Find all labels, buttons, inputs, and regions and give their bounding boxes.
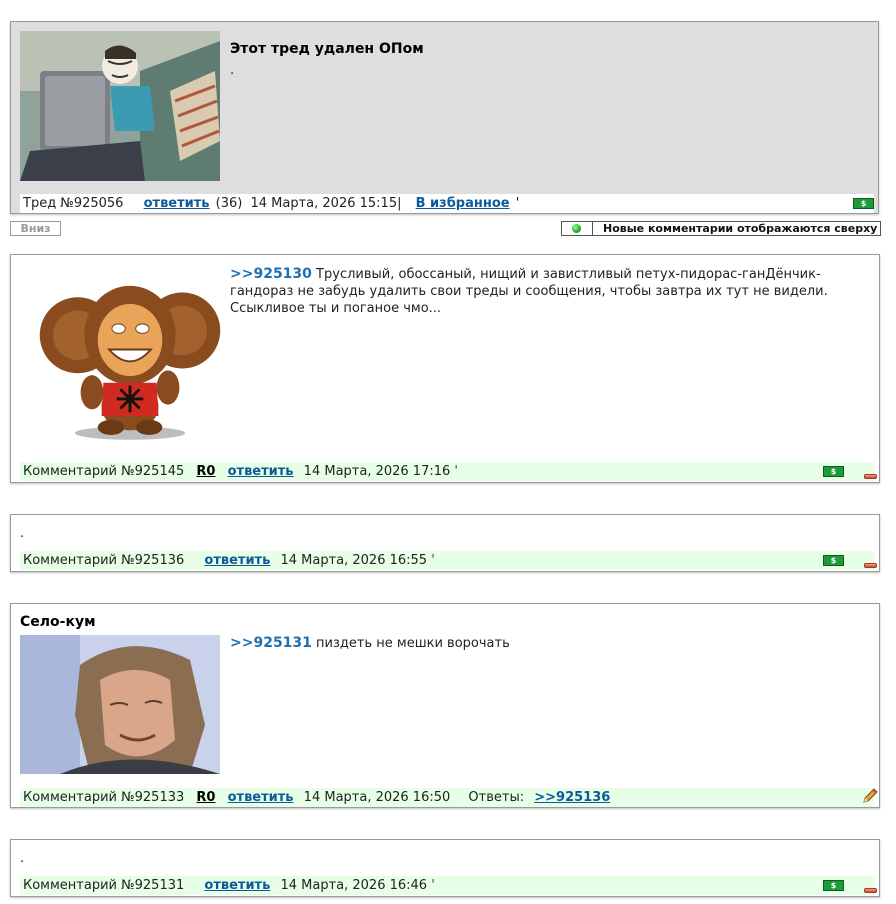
rating-r0-link[interactable]: R0 xyxy=(196,790,215,805)
comment-author: Село-кум xyxy=(20,614,96,630)
thread-reply-link[interactable]: ответить xyxy=(144,196,210,211)
answers-label: Ответы: xyxy=(468,790,525,805)
money-icon[interactable]: $ xyxy=(823,880,844,891)
comment-925131: . Комментарий №925131 ответить 14 Марта,… xyxy=(10,839,880,897)
thread-number: Тред №925056 xyxy=(23,196,124,211)
comment-reply-link[interactable]: ответить xyxy=(228,790,294,805)
comment-tick: ' xyxy=(431,553,435,568)
pencil-icon[interactable] xyxy=(861,787,879,805)
minus-icon[interactable] xyxy=(864,474,877,479)
favorite-link[interactable]: В избранное xyxy=(416,196,510,211)
minus-icon[interactable] xyxy=(864,888,877,893)
comment-text: >>925130 Трусливый, обоссаный, нищий и з… xyxy=(230,266,840,317)
thread-image[interactable] xyxy=(20,31,220,181)
rating-r0-link[interactable]: R0 xyxy=(196,464,215,479)
down-button[interactable]: Вниз xyxy=(10,221,61,236)
thread-date: 14 Марта, 2026 15:15| xyxy=(250,196,402,211)
reply-ref-link[interactable]: >>925131 xyxy=(230,635,312,651)
comment-reply-link[interactable]: ответить xyxy=(204,553,270,568)
comment-925133: Село-кум >>925131 пиздеть не мешки вороч… xyxy=(10,603,880,808)
thread-info-bar: Тред №925056 ответить (36) 14 Марта, 202… xyxy=(20,194,874,213)
comment-text: . xyxy=(20,851,25,866)
comment-image-cheburashka[interactable] xyxy=(30,264,230,454)
thread-reply-count: (36) xyxy=(215,196,243,211)
comment-info-bar: Комментарий №925145 R0 ответить 14 Марта… xyxy=(20,462,874,481)
thread-text: . xyxy=(230,63,235,78)
comment-date: 14 Марта, 2026 16:46 xyxy=(280,878,428,893)
comment-925145: >>925130 Трусливый, обоссаный, нищий и з… xyxy=(10,254,880,483)
comment-body: Трусливый, обоссаный, нищий и завистливы… xyxy=(230,267,828,316)
comment-info-bar: Комментарий №925136 ответить 14 Марта, 2… xyxy=(20,551,874,570)
comment-reply-link[interactable]: ответить xyxy=(228,464,294,479)
status-dot-box xyxy=(562,222,593,235)
comment-date: 14 Марта, 2026 16:55 xyxy=(280,553,428,568)
comment-number: Комментарий №925131 xyxy=(23,878,185,893)
comment-info-bar: Комментарий №925131 ответить 14 Марта, 2… xyxy=(20,876,874,895)
money-icon[interactable]: $ xyxy=(823,555,844,566)
money-icon[interactable]: $ xyxy=(823,466,844,477)
money-icon[interactable]: $ xyxy=(853,198,874,209)
new-comments-label: Новые комментарии отображаются сверху xyxy=(603,222,878,235)
new-comments-sort-toggle[interactable]: Новые комментарии отображаются сверху xyxy=(561,221,881,236)
comment-text: >>925131 пиздеть не мешки ворочать xyxy=(230,635,840,652)
comment-925136: . Комментарий №925136 ответить 14 Марта,… xyxy=(10,514,880,572)
comment-image-portrait[interactable] xyxy=(20,635,220,774)
comment-tick: ' xyxy=(431,878,435,893)
comment-reply-link[interactable]: ответить xyxy=(204,878,270,893)
green-dot-icon xyxy=(572,224,581,233)
comment-date: 14 Марта, 2026 16:50 xyxy=(303,790,451,805)
comment-tick: ' xyxy=(454,464,458,479)
comment-number: Комментарий №925133 xyxy=(23,790,185,805)
comment-number: Комментарий №925136 xyxy=(23,553,185,568)
minus-icon[interactable] xyxy=(864,563,877,568)
comment-text: . xyxy=(20,526,25,541)
reply-ref-link[interactable]: >>925130 xyxy=(230,266,312,282)
thread-opening-post: Этот тред удален ОПом . Тред №925056 отв… xyxy=(10,21,879,214)
comment-date: 14 Марта, 2026 17:16 xyxy=(303,464,451,479)
comment-body: пиздеть не мешки ворочать xyxy=(311,636,510,651)
comment-info-bar: Комментарий №925133 R0 ответить 14 Марта… xyxy=(20,788,874,807)
thread-title: Этот тред удален ОПом xyxy=(230,41,424,57)
comment-number: Комментарий №925145 xyxy=(23,464,185,479)
thread-tick: ' xyxy=(515,196,520,211)
answers-ref-link[interactable]: >>925136 xyxy=(534,790,610,805)
